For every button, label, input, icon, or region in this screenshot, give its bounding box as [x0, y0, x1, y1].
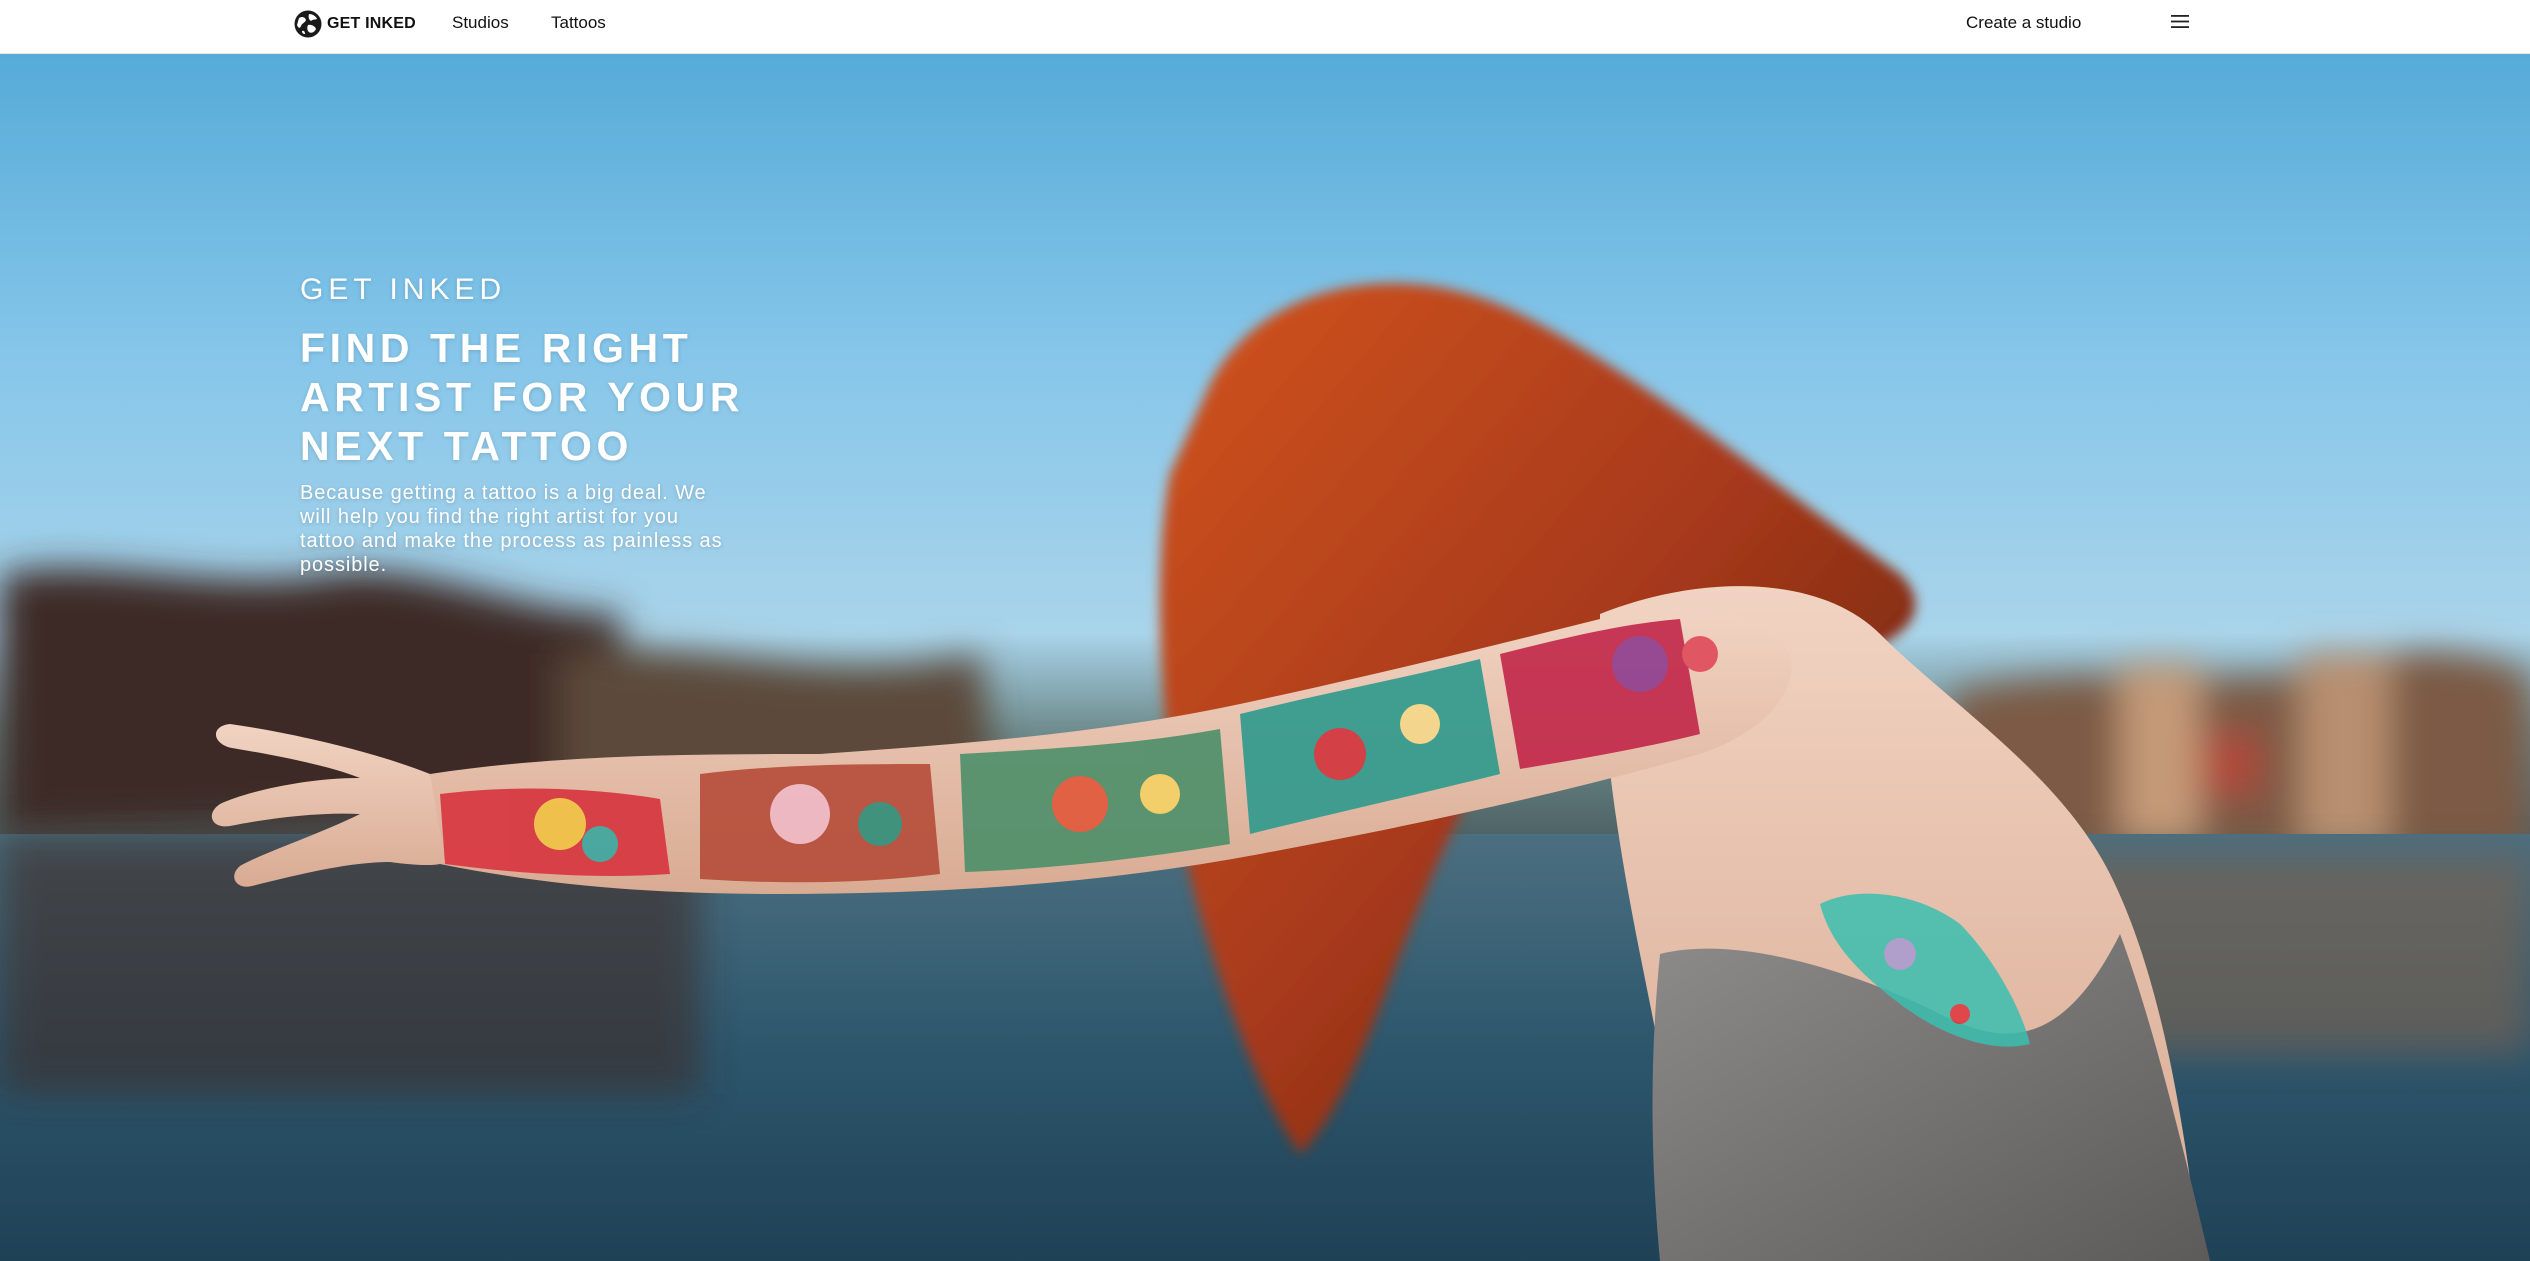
brand-name: GET INKED [327, 15, 416, 32]
brand-home-link[interactable]: GET INKED [293, 8, 416, 40]
hero-section: GET INKED FIND THE RIGHT ARTIST FOR YOUR… [0, 54, 2530, 1261]
nav-link-tattoos[interactable]: Tattoos [551, 13, 606, 33]
hero-eyebrow: GET INKED [300, 273, 507, 306]
hero-copy: GET INKED FIND THE RIGHT ARTIST FOR YOUR… [300, 270, 860, 577]
hero-background-image [0, 54, 2530, 1261]
hamburger-menu-icon [2171, 15, 2189, 28]
menu-button[interactable] [2168, 10, 2192, 34]
create-studio-link[interactable]: Create a studio [1966, 13, 2081, 33]
hero-description: Because getting a tattoo is a big deal. … [300, 482, 723, 576]
hero-heading: FIND THE RIGHT ARTIST FOR YOUR NEXT TATT… [300, 325, 745, 469]
nav-link-studios[interactable]: Studios [452, 13, 509, 33]
globe-logo-icon [294, 10, 322, 38]
top-navbar: GET INKED Studios Tattoos Create a studi… [0, 0, 2530, 54]
